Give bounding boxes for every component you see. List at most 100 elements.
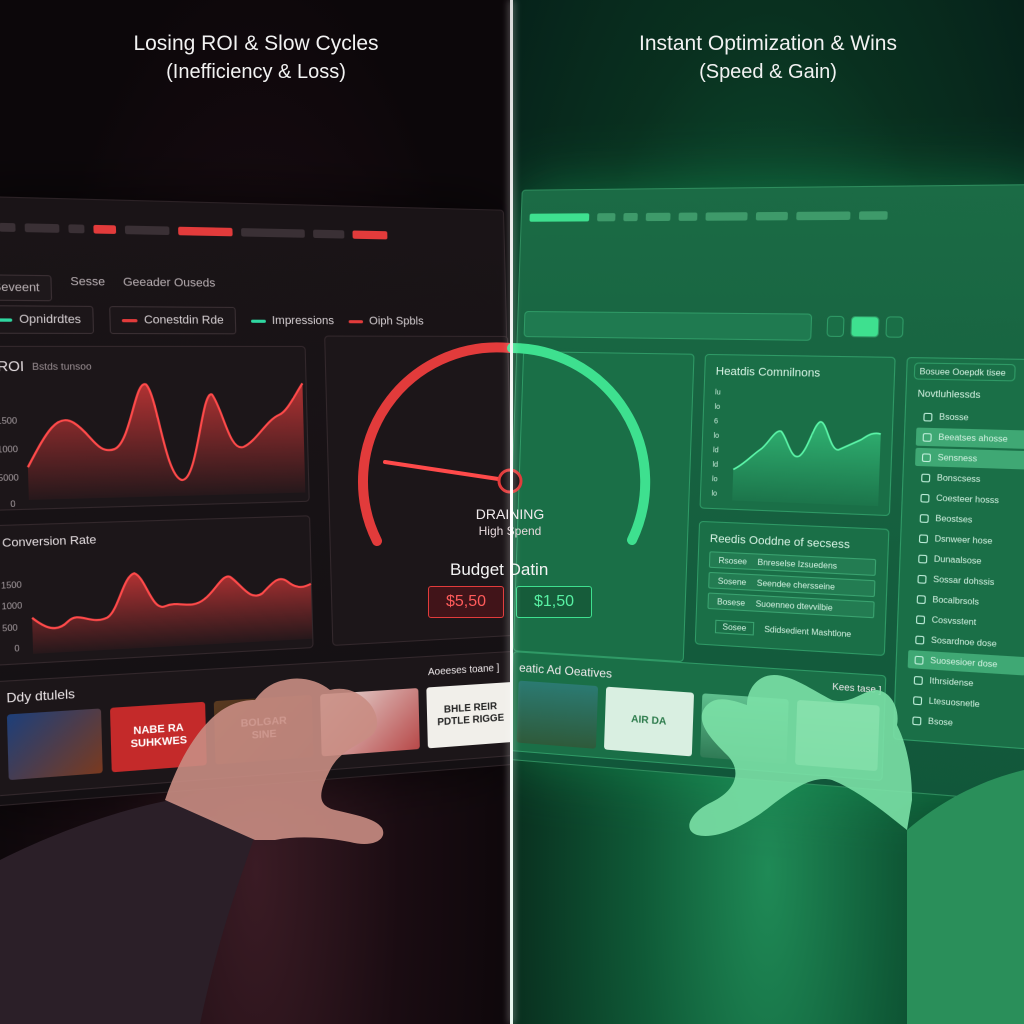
toolbar-icon[interactable] xyxy=(755,211,788,221)
creative-thumb-text: AIR DA xyxy=(630,713,667,728)
toolbar-icon[interactable] xyxy=(645,212,671,222)
metrics-row-label: lo xyxy=(713,433,719,440)
toolbar-icon[interactable] xyxy=(858,211,888,220)
right-creatives-action[interactable]: Kees tase ] xyxy=(832,681,882,695)
roi-y-tick: 1500 xyxy=(0,416,18,426)
tab-item[interactable]: Seveent xyxy=(0,274,53,302)
toolbar-icon[interactable] xyxy=(313,229,345,239)
left-toolbar xyxy=(0,208,496,255)
legend-swatch xyxy=(348,319,363,323)
sidebar-section-title: Novtluhlessds xyxy=(917,388,981,401)
right-search-bar[interactable] xyxy=(523,311,813,341)
creative-thumb[interactable]: BHLE REIR PDTLE RIGGE xyxy=(426,681,512,749)
sidebar-item-label: Bonscsess xyxy=(936,473,981,485)
sidebar-item-icon xyxy=(917,574,927,584)
right-toolbar-button[interactable] xyxy=(885,316,904,338)
sidebar-item[interactable]: Dsnweer hose xyxy=(912,529,1024,552)
left-creatives-strip: Ddy dtulels Aoeeses toane ] NABE RA SUHK… xyxy=(0,650,512,797)
creative-thumb[interactable]: BOLGAR SINE xyxy=(213,694,314,765)
sidebar-item-icon xyxy=(915,635,925,645)
left-legend: Opnidrdtes Conestdin Rde Impressions Oip… xyxy=(0,305,424,335)
tab-item[interactable]: Geeader Ouseds xyxy=(123,276,216,303)
right-heading-title: Instant Optimization & Wins xyxy=(639,32,897,55)
sidebar-item-icon xyxy=(912,695,923,705)
toolbar-icon[interactable] xyxy=(124,225,170,236)
control-row-key: Sosene xyxy=(717,575,747,587)
sidebar-item-icon xyxy=(916,594,926,604)
sidebar-search[interactable]: Bosuee Ooepdk tisee xyxy=(913,362,1016,382)
left-half-loss: Losing ROI & Slow Cycles (Inefficiency &… xyxy=(0,0,512,1024)
toolbar-icon[interactable] xyxy=(68,224,85,234)
right-dashboard-screen: Heatdis Comnilnons lu lo 6 lo ld ld lo l… xyxy=(512,183,1024,804)
roi-area xyxy=(25,383,306,500)
toolbar-icon[interactable] xyxy=(678,212,698,221)
roi-y-tick: 0 xyxy=(10,499,16,509)
creative-thumb[interactable] xyxy=(794,699,880,772)
legend-item[interactable]: Oiph Spbls xyxy=(348,315,424,328)
creative-thumb[interactable]: NABE RA SUHKWES xyxy=(109,701,207,773)
sidebar-item[interactable]: Beostses xyxy=(913,509,1024,532)
left-dashboard-screen: Seveent Sesse Geeader Ouseds Opnidrdtes … xyxy=(0,195,512,808)
metrics-area xyxy=(732,419,882,507)
sidebar-item-label: Dsnweer hose xyxy=(934,533,993,547)
sidebar-item-label: Dunaalsose xyxy=(933,554,982,567)
conversion-y-tick: 0 xyxy=(14,644,20,654)
toolbar-icon[interactable] xyxy=(0,222,16,232)
control-footer[interactable]: Sosee Sdidsedient Mashtlone xyxy=(707,617,874,643)
legend-item[interactable]: Conestdin Rde xyxy=(108,306,236,335)
budget-title: Budget Datin xyxy=(450,560,549,579)
sidebar-item-label: Ltesuosnetle xyxy=(928,696,980,710)
legend-swatch xyxy=(0,317,13,322)
sidebar-item[interactable]: Sensness xyxy=(914,447,1024,470)
right-toolbar-button[interactable] xyxy=(826,315,845,338)
sidebar-item-label: Bsosse xyxy=(938,412,969,423)
toolbar-icon[interactable] xyxy=(24,223,60,233)
sidebar-list: Bsosse Beeatses ahosse Sensness Bonscsess Co… xyxy=(907,358,1024,728)
legend-item[interactable]: Opnidrdtes xyxy=(0,305,94,335)
control-row-value: Bnreselse Izsuedens xyxy=(757,557,838,571)
toolbar-alert-icon[interactable] xyxy=(93,224,117,234)
spend-value-loss: $5,50 xyxy=(428,586,504,618)
metrics-row-label: lu xyxy=(715,389,721,396)
sidebar-item[interactable]: Bsosse xyxy=(916,407,1024,428)
toolbar-alert-icon[interactable] xyxy=(352,230,388,240)
legend-label: Opnidrdtes xyxy=(19,313,82,327)
right-sidebar: Bosuee Ooepdk tisee Novtluhlessds Bsosse… xyxy=(892,357,1024,750)
left-heading-subtitle: (Inefficiency & Loss) xyxy=(166,61,346,83)
creative-thumb[interactable] xyxy=(6,708,103,781)
left-creatives-action[interactable]: Aoeeses toane ] xyxy=(428,663,500,678)
creative-thumb[interactable] xyxy=(700,693,789,764)
sidebar-item-icon xyxy=(921,452,932,462)
right-toolbar-button[interactable] xyxy=(850,316,880,338)
metrics-panel: Heatdis Comnilnons lu lo 6 lo ld ld lo l… xyxy=(699,353,896,517)
right-half-gain: Instant Optimization & Wins (Speed & Gai… xyxy=(512,0,1024,1024)
sidebar-item-icon xyxy=(915,614,926,624)
sidebar-item[interactable]: Bonscsess xyxy=(914,468,1024,490)
legend-item[interactable]: Impressions xyxy=(250,314,334,327)
tab-item[interactable]: Sesse xyxy=(70,275,105,301)
creative-thumb[interactable] xyxy=(320,688,420,757)
conversion-y-tick: 1000 xyxy=(1,601,22,611)
conversion-y-tick: 500 xyxy=(2,623,18,633)
toolbar-icon[interactable] xyxy=(796,211,851,221)
creative-thumb[interactable] xyxy=(516,680,599,749)
metrics-row-label: 6 xyxy=(714,418,718,425)
legend-swatch xyxy=(250,319,266,323)
toolbar-icon[interactable] xyxy=(705,212,748,221)
legend-label: Impressions xyxy=(271,314,335,328)
sidebar-item[interactable]: Coesteer hosss xyxy=(914,488,1024,511)
right-heading-subtitle: (Speed & Gain) xyxy=(699,61,837,83)
creative-thumb[interactable]: AIR DA xyxy=(603,686,695,757)
sidebar-item-label: Suosesioer dose xyxy=(930,655,998,670)
control-row[interactable]: Bosese Suoenneo dtevvilbie xyxy=(707,592,875,619)
toolbar-icon[interactable] xyxy=(241,228,305,238)
sidebar-item-icon xyxy=(923,412,933,422)
control-row-value: Suoenneo dtevvilbie xyxy=(755,598,833,613)
sidebar-item-label: Bsose xyxy=(927,716,954,728)
creative-thumb-text: NABE RA SUHKWES xyxy=(130,722,188,751)
metrics-row-label: lo xyxy=(712,476,718,484)
sidebar-item[interactable]: Beeatses ahosse xyxy=(915,427,1024,450)
toolbar-icon[interactable] xyxy=(597,213,616,222)
control-footer-button[interactable]: Sosee xyxy=(714,619,754,635)
toolbar-icon[interactable] xyxy=(623,212,638,222)
